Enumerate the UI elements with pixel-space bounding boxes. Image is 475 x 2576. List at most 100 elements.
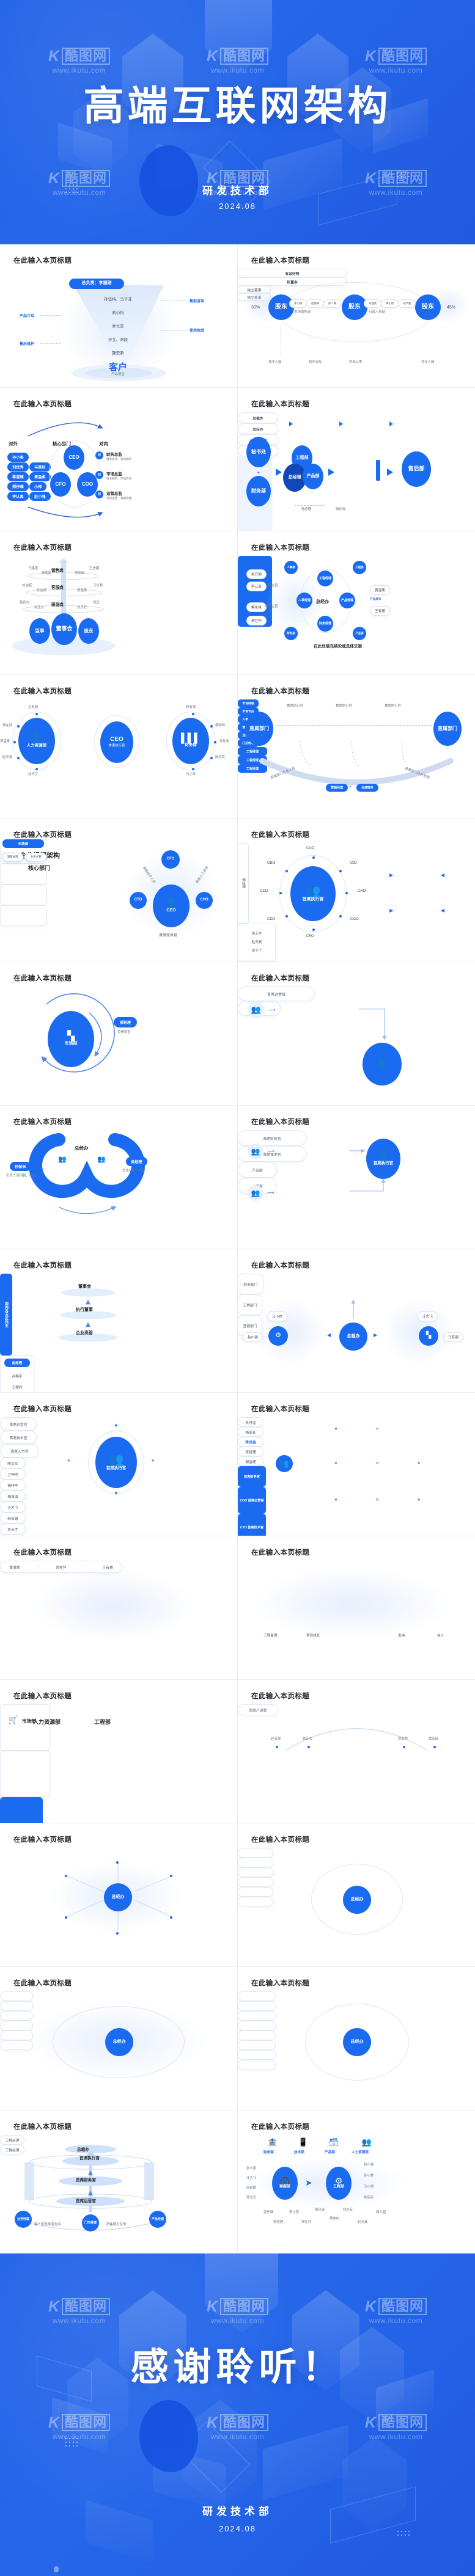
right-name: 韩有银 [0,1512,26,1523]
slide-title: 在此输入本页标题 [13,1262,72,1269]
circle-node: ▌▌▌ 财务部 [172,718,209,764]
right-name: 赵小强 [364,2163,374,2167]
left-name: 陈实实 [0,1458,26,1469]
staff-name: 郑在坪 [56,1566,67,1570]
left-name: 向前跑 [246,2186,257,2190]
branch [238,1991,276,2001]
bottom-tag: 业绩提升 [356,784,379,792]
mid-node: 产品部 [303,464,323,489]
slide-thumbnail[interactable]: 在此输入本页标题 👥 首席执行官 CAO CBO CIO CCO CHO CDO… [238,819,475,961]
bottom-node: 👤 [363,1043,402,1085]
center-node: 总经办 [343,2028,371,2056]
slide-thumbnail[interactable]: 在此输入本页标题 工程监理 项目组长 出纳 会计 [238,1536,475,1679]
slide-thumbnail[interactable]: 在此输入本页标题 销售岗 客服岗 研发岗 马路宽 季明丽 李呼喝 王虎踞 刘油腻… [0,531,237,674]
slide-title: 在此输入本页标题 [251,1406,310,1413]
funnel-right-tag: 售前咨询 [190,300,205,304]
tech-icon: 📱 [298,2137,309,2147]
cxo-center: 👥 首席执行官 [290,866,336,921]
slide-thumbnail[interactable]: 在此输入本页标题 企业组织架构 核心部门 工程部 工程经理 项目经理 财务部 财… [0,819,237,961]
slide-thumbnail[interactable]: 在此输入本页标题 👤 人力资源部 CEO 首席执行官 ▌▌▌ 财务部 王有德 郑… [0,675,237,818]
panel-item: 报价专员 [407,607,420,611]
slide-thumbnail[interactable]: 在此输入本页标题 总裁办 首席执行官 首席财务官 首席运营官 工程经理 工程经理… [0,2111,237,2253]
slide-thumbnail[interactable]: 在此输入本页标题 财务部门 总裁办 工程部门 营销部门 ⚙ ▚ 赵小强 马小帅 … [238,1249,475,1392]
ring-node: 人事经理 [296,593,312,608]
center-label: 市场部 [64,1041,78,1046]
right-sub: 负责销售 [117,1031,131,1034]
edge-label: 销售情况反馈 [106,2223,127,2227]
funnel-level: 刘小怡 [112,311,124,315]
slide-thumbnail[interactable]: 在此输入本页标题 总负责：李振刚 孙坚持、马子非 刘小怡 季长安 孙立、刘段 魏… [0,244,237,387]
slide-thumbnail[interactable]: 在此输入本页标题 固资产运营 赵有银 钱定夫 郑友秀 黄四级 [238,1680,475,1823]
slide-thumbnail[interactable]: 在此输入本页标题 👥 ⟶ 首席运营官 营销部 👤 [238,962,475,1105]
name-label: 韩有银 [186,706,196,709]
slide-thumbnail[interactable]: 在此输入本页标题 总裁办 总经办 人力资源部 客服部 秘书处 + 财务部 工程部… [238,388,475,531]
slide-thumbnail[interactable]: 在此输入本页标题 总经办 👥 人资部 👥 财务部 孙部长 负责人员招聘、培训 吴… [0,1106,237,1249]
slide-thumbnail[interactable]: 在此输入本页标题 股东 股东 股东 30% 45% 有品好物 私董会 独立董事 … [238,244,475,387]
watermark-url: www.ikutu.com [369,2432,423,2441]
slide-thumbnail[interactable]: 在此输入本页标题 总经办 [0,1967,237,2110]
watermark-k-icon: K [48,2297,61,2315]
left-role: 行政主管 [265,605,278,608]
left-role-panel: 郝经理 [238,843,249,924]
left-name: 汪大飞 [246,2176,257,2180]
slide-title: 在此输入本页标题 [251,257,310,265]
side-item [0,2011,33,2021]
member: 业务主管 [26,853,46,861]
slide-thumbnail[interactable]: 在此输入本页标题 工程经理 产品经理 财务经理 人事经理 总经办 人事部 工程部… [238,531,475,674]
left-tag: 梅化缘 [246,602,267,612]
slide-title: 在此输入本页标题 [13,1693,72,1700]
card-label: 营销部 [147,1720,161,1725]
name-label: 王有德 [28,706,39,709]
plus-sign: + [349,785,352,789]
cfo-node: CFO [161,850,180,869]
ceo-label: 首席执行官 [106,1465,127,1470]
mid-tag: 独立董事 [238,286,271,293]
slide-thumbnail[interactable]: 在此输入本页标题 🏦 财务部 📱 技术部 🗃 产品部 👥 人力资源部 🎧 客服部… [238,2111,475,2253]
service-label: 客服部 [279,2185,290,2189]
slide-thumbnail[interactable]: 在此输入本页标题 总经办 [0,1823,237,1966]
branch [238,2031,276,2040]
name-label: 黄四级 [429,1737,439,1741]
slide-thumbnail[interactable]: 在此输入本页标题 直属部门 直属部门 首席执行官 首席执行官 首席执行官 市场经… [238,675,475,818]
panel-item: 产品设计师 [405,569,422,573]
cover-subtitle: 研发技术部 [202,185,273,197]
name-label: 冯有缘 [219,740,229,743]
slide-thumbnail[interactable]: 在此输入本页标题 总经办 [238,1967,475,2110]
bottom-tag: 营销经理 [326,784,348,792]
side-item [0,2021,33,2031]
right-name: 汪大飞 [0,1501,26,1512]
panel-item: 订单专员 [407,622,420,626]
left-node: 秘书处 [246,437,271,467]
tier-label: 销售岗 [51,569,64,573]
watermark-url: www.ikutu.com [52,2432,106,2441]
slide-thumbnail[interactable]: 在此输入本页标题 🛒 市场部 人力资源部 工程部 营销部 市场部 [0,1680,237,1823]
people-icon: 👥 [108,1453,124,1467]
foot-name: 周大圈 [376,2211,386,2214]
foot-label: 首席技术官 [159,934,178,938]
watermark-name: 酷图网 [220,2298,269,2315]
funnel-level: 季长安 [112,324,124,329]
group-b-person: 刘温柔 [364,299,382,308]
slide-thumbnail[interactable]: 在此输入本页标题 对外 核心部门 对内 孙小美 刘优秀 马美好 蒋道理 黄温柔 … [0,388,237,531]
name-label: 杨咩咩 [215,724,226,728]
branch [238,2050,276,2060]
foot-label: 资金入股 [421,360,435,364]
cxo-label: CCO [260,889,268,893]
slide-thumbnail[interactable]: 在此输入本页标题 黄温柔 | 郑在坪 | 王有德 [0,1536,237,1679]
watermark-name: 酷图网 [62,48,111,65]
side-item [0,1991,33,2001]
slide-thumbnail[interactable]: 在此输入本页标题 总经办 [238,1823,475,1966]
divider: | [84,1565,85,1569]
branch [238,2040,276,2050]
col-label: 工程监理 [263,1634,278,1638]
card-name: 吴天才 [251,932,262,936]
slide-thumbnail[interactable]: 在此输入本页标题 👥 首席执行官 首席运营官 首席技术官 首席人力官 « » ▲… [0,1393,237,1536]
slide-thumbnail[interactable]: 在此输入本页标题 ▚ 市场部 郝经理 负责销售 [0,962,237,1105]
tier-person: 孙正以 [34,606,45,610]
right-name: 马小帅 [364,2185,374,2189]
slide-thumbnail[interactable]: 在此输入本页标题 国内各大区伟业 赵经理 孙梅字 王姗约 马均骊 董事会 [0,1249,237,1392]
right-node-label: 财务部 [96,1164,107,1168]
spoke [238,1887,273,1897]
slide-thumbnail[interactable]: 在此输入本页标题 👥 👥 ⟶ ⟶ 首席财务官 首席技术官 👤 首席执行官 产品部… [238,1106,475,1249]
slide-thumbnail[interactable]: 在此输入本页标题 吴总监 梅部长 李总监 张经理 谢监理 👥 首席财务官 COO… [238,1393,475,1536]
